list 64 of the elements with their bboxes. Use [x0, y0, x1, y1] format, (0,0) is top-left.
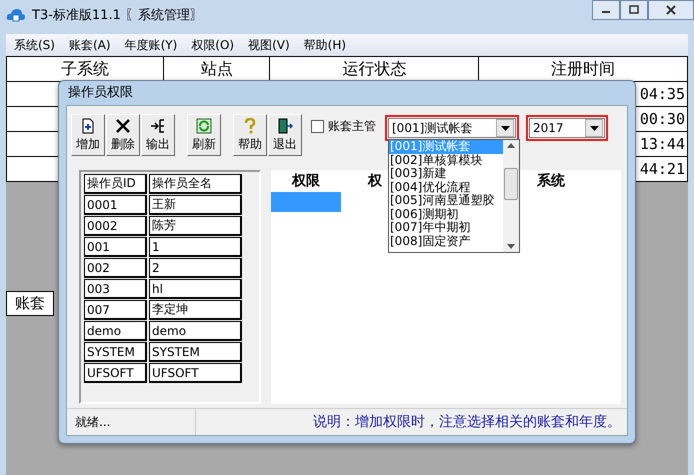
table-cell[interactable]: 0002 — [84, 216, 147, 236]
note-text: 说明：增加权限时，注意选择相关的账套和年度。 — [312, 413, 622, 431]
toolbar-button[interactable]: 增加 — [71, 114, 105, 156]
account-dropdown[interactable]: [001]测试帐套 — [388, 118, 516, 138]
table-cell[interactable]: 007 — [84, 300, 147, 320]
refresh-icon — [196, 118, 212, 134]
menu-item[interactable]: 帮助(H) — [304, 36, 346, 54]
checkbox[interactable] — [311, 120, 324, 133]
dropdown-option[interactable]: [007]年中期初 — [389, 221, 503, 234]
table-cell[interactable]: 002 — [84, 258, 147, 278]
table-cell[interactable]: 王新 — [149, 195, 242, 215]
table-cell[interactable]: 2 — [149, 258, 242, 278]
cloud-logo-icon — [6, 6, 26, 24]
table-cell[interactable]: 李定坤 — [149, 300, 242, 320]
table-cell[interactable]: SYSTEM — [149, 342, 242, 362]
table-cell[interactable]: UFSOFT — [149, 363, 242, 383]
toolbar-button[interactable]: 删除 — [106, 114, 140, 156]
column-header: 权限 — [290, 172, 321, 190]
scroll-down-icon[interactable] — [507, 244, 515, 249]
column-header: 操作员ID — [84, 174, 147, 194]
dropdown-option[interactable]: [008]固定资产 — [389, 234, 503, 248]
minimize-button[interactable] — [592, 0, 620, 20]
question-mark-icon — [242, 118, 258, 134]
menu-item[interactable]: 系统(S) — [14, 36, 55, 54]
toolbar-button[interactable]: 输出 — [141, 114, 175, 156]
dropdown-option[interactable]: [004]优化流程 — [389, 180, 503, 194]
dropdown-option[interactable]: [006]测期初 — [389, 208, 503, 221]
export-icon — [150, 118, 166, 134]
column-header: 操作员全名 — [149, 174, 242, 194]
status-text: 就绪... — [67, 409, 196, 435]
table-cell[interactable]: 陈芳 — [149, 216, 242, 236]
table-cell[interactable]: 1 — [149, 237, 242, 257]
table-cell[interactable]: 0001 — [84, 195, 147, 215]
toolbar-button[interactable]: 刷新 — [187, 114, 221, 156]
table-cell[interactable]: SYSTEM — [84, 342, 147, 362]
maximize-icon — [628, 5, 640, 15]
menu-item[interactable]: 权限(O) — [191, 36, 234, 54]
table-cell[interactable]: hl — [149, 279, 242, 299]
selected-cell[interactable] — [271, 192, 341, 212]
table-cell[interactable]: demo — [84, 321, 147, 341]
exit-door-icon — [277, 118, 293, 134]
menu-item[interactable]: 账套(A) — [68, 36, 111, 54]
table-cell[interactable]: demo — [149, 321, 242, 341]
table-cell[interactable]: 001 — [84, 237, 147, 257]
tab[interactable]: 账套 — [6, 291, 54, 316]
maximize-button[interactable] — [620, 0, 648, 20]
dialog-title: 操作员权限 — [67, 84, 134, 102]
menu-item[interactable]: 视图(V) — [248, 36, 290, 54]
dropdown-option[interactable]: [005]河南昱通塑胶 — [389, 194, 503, 208]
table-cell[interactable]: UFSOFT — [84, 363, 147, 383]
toolbar-button[interactable]: 退出 — [268, 114, 302, 156]
column-header: 权 — [368, 172, 382, 190]
delete-icon — [115, 118, 131, 134]
menu-item[interactable]: 年度账(Y) — [124, 36, 178, 54]
close-button[interactable] — [648, 0, 694, 20]
year-dropdown[interactable]: 2017 — [529, 118, 605, 138]
add-page-icon — [80, 118, 96, 134]
close-icon — [665, 5, 677, 15]
toolbar-button[interactable]: 帮助 — [233, 114, 267, 156]
table-cell[interactable]: 003 — [84, 279, 147, 299]
checkbox-label: 账套主管 — [328, 118, 376, 135]
scroll-up-icon[interactable] — [507, 143, 515, 148]
scrollbar[interactable] — [503, 140, 519, 252]
window-title: T3-标准版11.1 〖系统管理〗 — [32, 7, 203, 24]
